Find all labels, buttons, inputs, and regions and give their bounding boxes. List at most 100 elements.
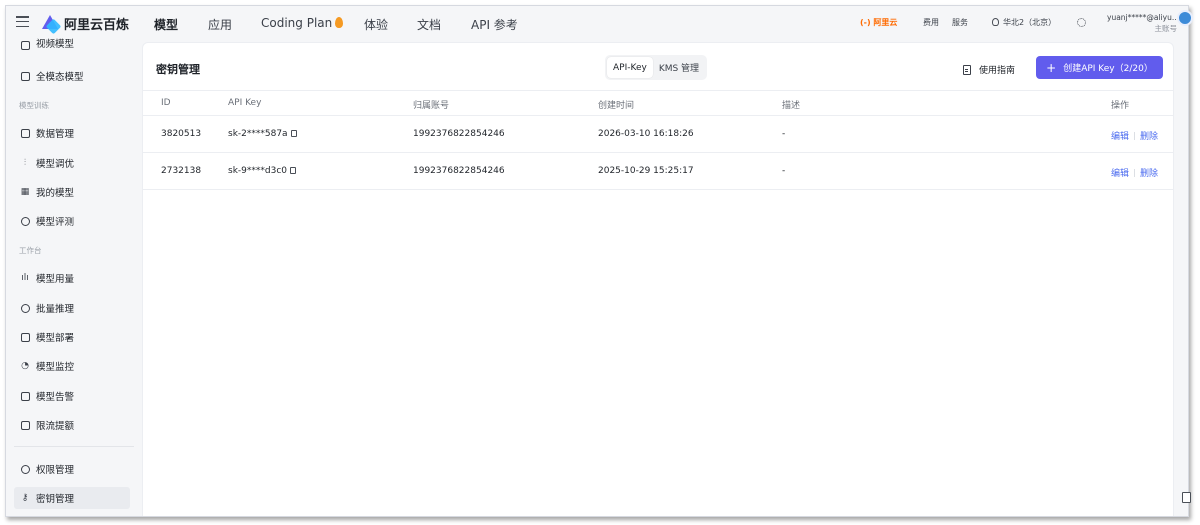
- column-header-created: 创建时间: [598, 101, 635, 111]
- api-key-value: sk-2****587a: [228, 129, 297, 139]
- copy-icon[interactable]: [290, 167, 296, 174]
- description: -: [782, 166, 786, 176]
- right-rail: [1174, 40, 1188, 516]
- sidebar-item-label: 模型调优: [36, 159, 75, 170]
- region-selector[interactable]: 华北2（北京）: [992, 17, 1056, 28]
- owner-account: 1992376822854246: [413, 166, 505, 176]
- owner-account: 1992376822854246: [413, 129, 505, 139]
- user-account[interactable]: yuanj*****@aliyu... 主账号: [1107, 12, 1177, 34]
- nav-experience[interactable]: 体验: [364, 16, 388, 33]
- key-icon: ⚷: [21, 493, 29, 503]
- page-title: 密钥管理: [156, 63, 200, 76]
- nav-docs[interactable]: 文档: [417, 16, 441, 33]
- column-header-description: 描述: [782, 101, 801, 111]
- region-label: 华北2（北京）: [1003, 18, 1057, 27]
- sidebar-item-usage[interactable]: ılı 模型用量: [14, 267, 130, 289]
- sidebar-item-label: 全模态模型: [36, 72, 84, 83]
- sidebar-item-label: 批量推理: [36, 304, 75, 315]
- download-box-icon: [20, 332, 30, 342]
- action-separator: [1134, 169, 1136, 177]
- sidebar-item-batch[interactable]: 批量推理: [14, 297, 130, 319]
- sidebar-item-my-models[interactable]: ▦ 我的模型: [14, 181, 130, 203]
- sidebar-item-label: 模型部署: [36, 333, 75, 344]
- column-header-actions: 操作: [1111, 101, 1130, 111]
- sidebar-divider: [14, 446, 134, 447]
- bell-icon: [20, 391, 30, 401]
- billing-link[interactable]: 费用: [923, 17, 939, 28]
- sidebar-item-rate-limit[interactable]: 限流提额: [14, 414, 130, 436]
- aliyun-logo[interactable]: (-) 阿里云: [860, 17, 897, 28]
- key-id: 3820513: [161, 129, 202, 139]
- sidebar-item-permissions[interactable]: 权限管理: [14, 458, 130, 480]
- sidebar-item-deploy[interactable]: 模型部署: [14, 326, 130, 348]
- create-api-key-button[interactable]: + 创建API Key（2/20）: [1036, 56, 1163, 79]
- feedback-doc-icon[interactable]: [1182, 492, 1191, 503]
- sidebar-item-label: 模型用量: [36, 274, 75, 285]
- sliders-icon: ⫶: [23, 158, 27, 168]
- menu-icon[interactable]: [16, 16, 29, 27]
- created-time: 2026-03-10 16:18:26: [598, 129, 694, 139]
- sidebar-item-omni-models[interactable]: 全模态模型: [14, 65, 130, 87]
- nav-models[interactable]: 模型: [154, 16, 178, 33]
- top-bar: 阿里云百炼 模型 应用 Coding Plan 体验 文档 API 参考 (-)…: [6, 6, 1188, 40]
- gear-icon[interactable]: [1077, 18, 1086, 27]
- usage-guide-label: 使用指南: [979, 66, 1016, 76]
- key-id: 2732138: [161, 166, 202, 176]
- row-actions: 编辑 删除: [1111, 129, 1158, 142]
- tab-api-key[interactable]: API-Key: [607, 57, 653, 78]
- brand-name: 阿里云百炼: [64, 18, 130, 33]
- user-email: yuanj*****@aliyu...: [1107, 13, 1177, 22]
- group-label-workbench: 工作台: [19, 246, 42, 255]
- edit-link[interactable]: 编辑: [1111, 132, 1129, 142]
- list-icon: [20, 303, 30, 313]
- tab-switcher: API-Key KMS 管理: [605, 55, 708, 80]
- nav-coding-plan[interactable]: Coding Plan: [261, 16, 344, 30]
- user-icon: [20, 464, 30, 474]
- sidebar-item-label: 视频模型: [36, 39, 75, 50]
- database-icon: [20, 420, 30, 430]
- edit-link[interactable]: 编辑: [1111, 169, 1129, 179]
- flame-icon: [335, 17, 344, 28]
- copy-icon[interactable]: [290, 130, 297, 137]
- brand-logo[interactable]: 阿里云百炼: [42, 14, 130, 35]
- omni-model-icon: [20, 71, 30, 81]
- sidebar-item-label: 限流提额: [36, 421, 75, 432]
- usage-guide-link[interactable]: 使用指南: [963, 63, 1015, 76]
- bailian-logo-icon: [42, 15, 62, 35]
- delete-link[interactable]: 删除: [1140, 169, 1158, 179]
- row-actions: 编辑 删除: [1111, 166, 1158, 179]
- sidebar-item-keys[interactable]: ⚷ 密钥管理: [14, 487, 130, 509]
- sidebar-item-label: 我的模型: [36, 188, 75, 199]
- pie-icon: ◔: [21, 361, 29, 371]
- sidebar-item-data[interactable]: 数据管理: [14, 122, 130, 144]
- service-link[interactable]: 服务: [952, 17, 968, 28]
- sidebar-item-video-models[interactable]: 视频模型: [14, 36, 130, 50]
- sidebar-item-monitor[interactable]: ◔ 模型监控: [14, 355, 130, 377]
- api-key-text: sk-2****587a: [228, 129, 288, 139]
- chart-line-icon: [20, 128, 30, 138]
- app-window: 阿里云百炼 模型 应用 Coding Plan 体验 文档 API 参考 (-)…: [5, 5, 1189, 517]
- group-label-training: 模型训练: [19, 101, 49, 110]
- column-header-api-key: API Key: [228, 98, 262, 108]
- sidebar-item-alerts[interactable]: 模型告警: [14, 385, 130, 407]
- region-icon: [992, 18, 999, 26]
- sidebar-item-evaluation[interactable]: 模型评测: [14, 210, 130, 232]
- avatar[interactable]: [1177, 10, 1193, 26]
- main-panel: 密钥管理 API-Key KMS 管理 使用指南 + 创建API Key（2/2…: [142, 42, 1174, 516]
- create-api-key-label: 创建API Key（2/20）: [1063, 64, 1153, 74]
- sidebar-item-label: 模型告警: [36, 392, 75, 403]
- table-row: 3820513 sk-2****587a 1992376822854246 20…: [143, 116, 1173, 153]
- sidebar-item-label: 数据管理: [36, 129, 75, 140]
- nav-apps[interactable]: 应用: [208, 16, 232, 33]
- document-icon: [963, 64, 971, 75]
- action-separator: [1134, 132, 1136, 140]
- sidebar-item-label: 模型评测: [36, 217, 75, 228]
- sidebar-item-finetune[interactable]: ⫶ 模型调优: [14, 152, 130, 174]
- api-key-text: sk-9****d3c0: [228, 166, 287, 176]
- sidebar-item-label: 密钥管理: [36, 494, 75, 505]
- nav-coding-plan-label: Coding Plan: [261, 16, 333, 30]
- nav-api-reference[interactable]: API 参考: [471, 16, 518, 33]
- delete-link[interactable]: 删除: [1140, 132, 1158, 142]
- created-time: 2025-10-29 15:25:17: [598, 166, 694, 176]
- tab-kms[interactable]: KMS 管理: [653, 57, 705, 78]
